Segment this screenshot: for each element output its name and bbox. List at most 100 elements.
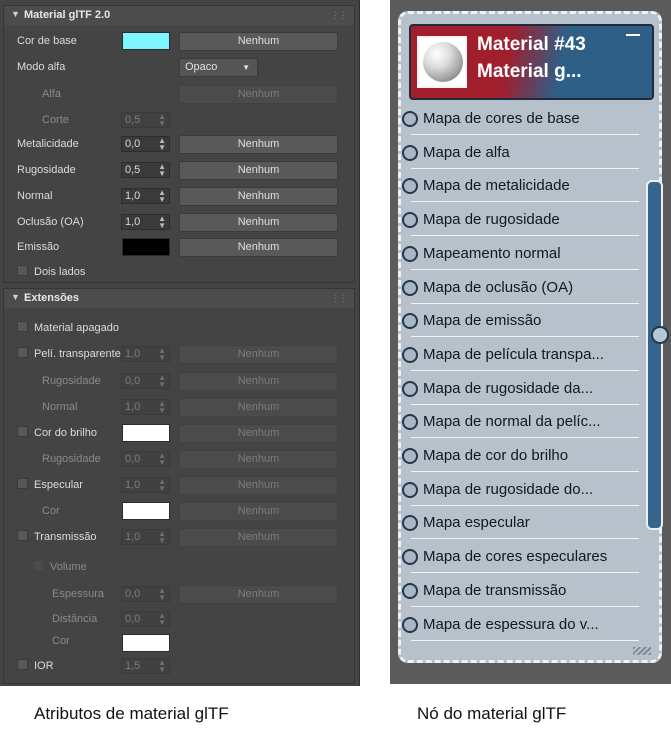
sheen-color-map-button[interactable]: Nenhum: [179, 424, 338, 443]
transmission-checkbox[interactable]: [17, 530, 28, 541]
node-header[interactable]: Material #43 Material g...: [409, 24, 654, 100]
ior-checkbox[interactable]: [17, 659, 28, 670]
roughness-map-button[interactable]: Nenhum: [179, 161, 338, 180]
metalness-spinner[interactable]: 0,0 ▲ ▼: [121, 136, 170, 152]
sheen-color-swatch[interactable]: [122, 424, 170, 442]
sheen-roughness-map-button[interactable]: Nenhum: [179, 450, 338, 469]
alpha-map-button[interactable]: Nenhum: [179, 85, 338, 104]
input-socket[interactable]: [402, 617, 418, 633]
normal-spinner[interactable]: 1,0 ▲ ▼: [121, 188, 170, 204]
minimize-icon[interactable]: [626, 34, 640, 36]
rollout-header-extensions[interactable]: ▼ Extensões ⋮⋮: [3, 288, 355, 309]
volume-checkbox[interactable]: [33, 560, 44, 571]
input-socket[interactable]: [402, 145, 418, 161]
clearcoat-roughness-spinner[interactable]: 0,0 ▲ ▼: [121, 373, 170, 389]
node-socket-row[interactable]: Mapa de alfa: [402, 136, 639, 169]
input-socket[interactable]: [402, 212, 418, 228]
node-socket-row[interactable]: Mapa de oclusão (OA): [402, 271, 639, 304]
input-socket[interactable]: [402, 515, 418, 531]
input-socket[interactable]: [402, 313, 418, 329]
metalness-map-button[interactable]: Nenhum: [179, 135, 338, 154]
collapse-arrow-icon[interactable]: ▼: [11, 9, 20, 19]
spinner-arrows-icon[interactable]: ▲ ▼: [158, 113, 166, 128]
occlusion-spinner[interactable]: 1,0 ▲ ▼: [121, 214, 170, 230]
specular-color-map-button[interactable]: Nenhum: [179, 502, 338, 521]
specular-color-swatch[interactable]: [122, 502, 170, 520]
distance-spinner[interactable]: 0,0 ▲ ▼: [121, 611, 170, 627]
input-socket[interactable]: [402, 549, 418, 565]
input-socket[interactable]: [402, 414, 418, 430]
specular-checkbox[interactable]: [17, 478, 28, 489]
resize-grip-icon[interactable]: [633, 647, 651, 655]
output-socket[interactable]: [651, 326, 669, 344]
rollout-header-gltf[interactable]: ▼ Material glTF 2.0 ⋮⋮: [3, 5, 355, 26]
node-socket-row[interactable]: Mapa especular: [402, 506, 639, 539]
spinner-arrows-icon[interactable]: ▲ ▼: [158, 347, 166, 362]
input-socket[interactable]: [402, 178, 418, 194]
clearcoat-roughness-map-button[interactable]: Nenhum: [179, 372, 338, 391]
specular-map-button[interactable]: Nenhum: [179, 476, 338, 495]
sheen-checkbox[interactable]: [17, 426, 28, 437]
input-socket[interactable]: [402, 111, 418, 127]
input-socket[interactable]: [402, 280, 418, 296]
spinner-arrows-icon[interactable]: ▲ ▼: [158, 612, 166, 627]
spinner-arrows-icon[interactable]: ▲ ▼: [158, 374, 166, 389]
clearcoat-spinner[interactable]: 1,0 ▲ ▼: [121, 346, 170, 362]
node-socket-row[interactable]: Mapa de película transpa...: [402, 338, 639, 371]
node-socket-row[interactable]: Mapa de normal da pelíc...: [402, 405, 639, 438]
roughness-spinner[interactable]: 0,5 ▲ ▼: [121, 162, 170, 178]
input-socket[interactable]: [402, 583, 418, 599]
spinner-arrows-icon[interactable]: ▲ ▼: [158, 659, 166, 674]
node-socket-row[interactable]: Mapa de rugosidade: [402, 203, 639, 236]
node-socket-row[interactable]: Mapa de cores especulares: [402, 540, 639, 573]
node-socket-row[interactable]: Mapa de espessura do v...: [402, 608, 639, 641]
input-socket[interactable]: [402, 381, 418, 397]
clearcoat-normal-spinner[interactable]: 1,0 ▲ ▼: [121, 399, 170, 415]
alpha-mode-dropdown[interactable]: Opaco ▼: [179, 58, 258, 77]
base-color-swatch[interactable]: [122, 32, 170, 50]
node-socket-row[interactable]: Mapa de cores de base: [402, 102, 639, 135]
base-color-map-button[interactable]: Nenhum: [179, 32, 338, 51]
collapse-arrow-icon[interactable]: ▼: [11, 292, 20, 302]
spinner-arrows-icon[interactable]: ▲ ▼: [158, 137, 166, 152]
spinner-arrows-icon[interactable]: ▲ ▼: [158, 452, 166, 467]
grip-icon[interactable]: ⋮⋮: [331, 293, 348, 304]
transmission-spinner[interactable]: 1,0 ▲ ▼: [121, 529, 170, 545]
node-socket-row[interactable]: Mapa de cor do brilho: [402, 439, 639, 472]
spinner-arrows-icon[interactable]: ▲ ▼: [158, 587, 166, 602]
volume-color-swatch[interactable]: [122, 634, 170, 652]
grip-icon[interactable]: ⋮⋮: [331, 10, 348, 21]
node-socket-row[interactable]: Mapeamento normal: [402, 237, 639, 270]
emission-map-button[interactable]: Nenhum: [179, 238, 338, 257]
specular-spinner[interactable]: 1,0 ▲ ▼: [121, 477, 170, 493]
spinner-arrows-icon[interactable]: ▲ ▼: [158, 215, 166, 230]
double-sided-checkbox[interactable]: [17, 265, 28, 276]
spinner-arrows-icon[interactable]: ▲ ▼: [158, 530, 166, 545]
node-socket-row[interactable]: Mapa de emissão: [402, 304, 639, 337]
spinner-arrows-icon[interactable]: ▲ ▼: [158, 163, 166, 178]
clearcoat-normal-map-button[interactable]: Nenhum: [179, 398, 338, 417]
spinner-arrows-icon[interactable]: ▲ ▼: [158, 400, 166, 415]
sheen-roughness-spinner[interactable]: 0,0 ▲ ▼: [121, 451, 170, 467]
occlusion-map-button[interactable]: Nenhum: [179, 213, 338, 232]
input-socket[interactable]: [402, 448, 418, 464]
input-socket[interactable]: [402, 347, 418, 363]
ior-spinner[interactable]: 1,5 ▲ ▼: [121, 658, 170, 674]
node-socket-row[interactable]: Mapa de rugosidade da...: [402, 372, 639, 405]
input-socket[interactable]: [402, 246, 418, 262]
thickness-map-button[interactable]: Nenhum: [179, 585, 338, 604]
material-node[interactable]: Material #43 Material g... Mapa de cores…: [398, 11, 669, 663]
emission-color-swatch[interactable]: [122, 238, 170, 256]
node-socket-row[interactable]: Mapa de transmissão: [402, 574, 639, 607]
spinner-arrows-icon[interactable]: ▲ ▼: [158, 478, 166, 493]
input-socket[interactable]: [402, 482, 418, 498]
clearcoat-checkbox[interactable]: [17, 347, 28, 358]
unlit-checkbox[interactable]: [17, 321, 28, 332]
transmission-map-button[interactable]: Nenhum: [179, 528, 338, 547]
clearcoat-map-button[interactable]: Nenhum: [179, 345, 338, 364]
spinner-arrows-icon[interactable]: ▲ ▼: [158, 189, 166, 204]
node-socket-row[interactable]: Mapa de rugosidade do...: [402, 473, 639, 506]
node-socket-row[interactable]: Mapa de metalicidade: [402, 169, 639, 202]
cutoff-spinner[interactable]: 0,5 ▲ ▼: [121, 112, 170, 128]
normal-map-button[interactable]: Nenhum: [179, 187, 338, 206]
